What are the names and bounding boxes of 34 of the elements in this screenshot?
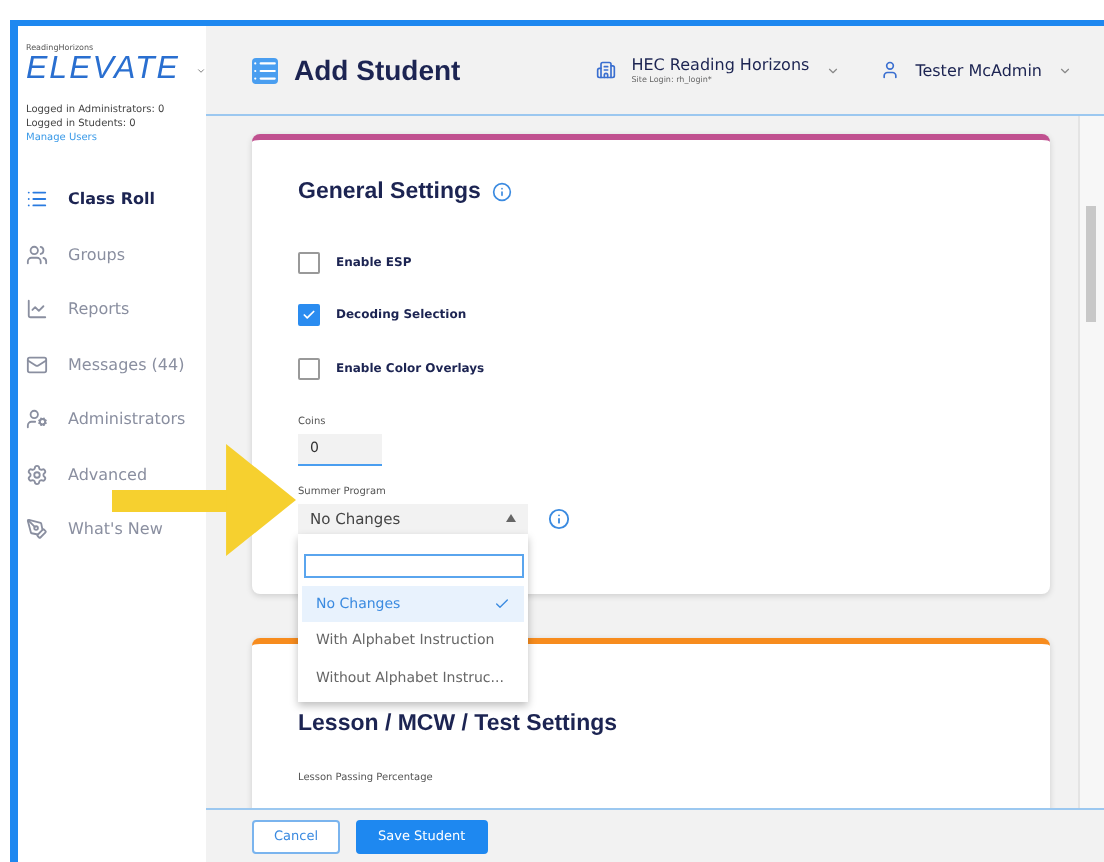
caret-icon[interactable] <box>825 63 840 77</box>
nav-icon <box>26 353 48 375</box>
nav-item[interactable]: Groups <box>26 241 210 267</box>
nav-icon <box>26 463 48 485</box>
user-name[interactable]: Tester McAdmin <box>915 61 1042 79</box>
checkbox[interactable] <box>298 304 320 327</box>
checkbox[interactable] <box>298 251 320 274</box>
nav-icon <box>26 518 48 540</box>
nav-item[interactable]: Administrators <box>26 406 210 432</box>
search-field[interactable] <box>304 553 524 577</box>
nav-icon <box>26 188 48 210</box>
organization-name[interactable]: HEC Reading Horizons <box>631 56 810 74</box>
info-icon[interactable] <box>492 182 513 202</box>
caret-icon <box>506 514 516 522</box>
info-icon[interactable] <box>548 507 570 529</box>
list-icon <box>252 57 278 83</box>
nav-icon <box>26 243 48 265</box>
building-icon <box>595 60 616 80</box>
section-title: General Settings <box>298 180 481 204</box>
check-icon <box>494 595 510 612</box>
nav-item[interactable]: Messages (44) <box>26 351 210 377</box>
check-icon <box>302 308 316 323</box>
logo: ELEVATE <box>26 52 180 88</box>
section-title: Lesson / MCW / Test Settings <box>298 711 618 735</box>
caret-icon[interactable] <box>195 63 206 77</box>
nav-item[interactable]: What's New <box>26 516 210 542</box>
nav-item[interactable]: Reports <box>26 296 210 322</box>
nav-icon <box>26 298 48 320</box>
checkbox[interactable] <box>298 357 320 380</box>
nav-icon <box>26 408 48 430</box>
page-title: Add Student <box>294 54 463 86</box>
caret-icon[interactable] <box>1058 63 1072 77</box>
nav-item[interactable]: Advanced <box>26 461 210 487</box>
user-icon <box>879 60 900 80</box>
